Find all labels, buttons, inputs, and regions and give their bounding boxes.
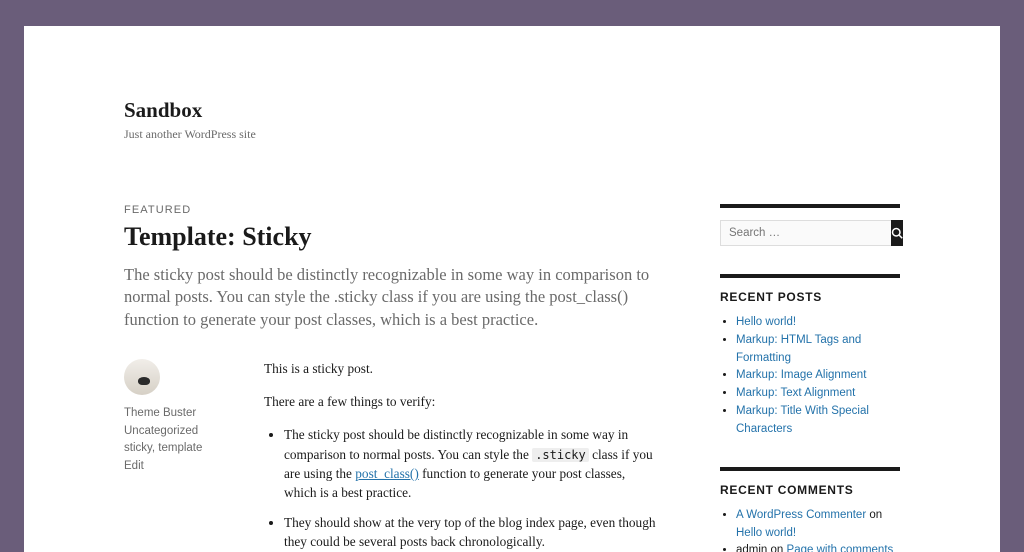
post-excerpt: The sticky post should be distinctly rec… xyxy=(124,264,660,331)
post-body: Theme Buster Uncategorized sticky, templ… xyxy=(124,359,660,552)
sidebar: RECENT POSTS Hello world! Markup: HTML T… xyxy=(720,204,900,552)
recent-post-link[interactable]: Markup: Text Alignment xyxy=(736,387,855,399)
post-class-link[interactable]: post_class() xyxy=(355,466,419,481)
site-title[interactable]: Sandbox xyxy=(124,98,900,123)
recent-post-link[interactable]: Markup: Title With Special Characters xyxy=(736,405,869,435)
widget-title: RECENT POSTS xyxy=(720,290,900,304)
recent-post-link[interactable]: Markup: HTML Tags and Formatting xyxy=(736,334,861,364)
post-list: The sticky post should be distinctly rec… xyxy=(264,425,660,551)
post-paragraph: This is a sticky post. xyxy=(264,359,660,378)
widget-divider xyxy=(720,274,900,278)
content-area: FEATURED Template: Sticky The sticky pos… xyxy=(124,204,900,552)
post-category[interactable]: Uncategorized xyxy=(124,423,224,441)
list-item: Markup: HTML Tags and Formatting xyxy=(736,332,900,368)
recent-comments-widget: RECENT COMMENTS A WordPress Commenter on… xyxy=(720,467,900,552)
recent-post-link[interactable]: Hello world! xyxy=(736,316,796,328)
featured-label: FEATURED xyxy=(124,204,660,216)
page-container: Sandbox Just another WordPress site FEAT… xyxy=(24,26,1000,552)
list-item: A WordPress Commenter on Hello world! xyxy=(736,507,900,543)
recent-comments-list: A WordPress Commenter on Hello world! ad… xyxy=(720,507,900,552)
on-text: on xyxy=(771,544,784,552)
search-input[interactable] xyxy=(720,220,891,246)
main-column: FEATURED Template: Sticky The sticky pos… xyxy=(124,204,660,552)
author-avatar[interactable] xyxy=(124,359,160,395)
list-item: Markup: Title With Special Characters xyxy=(736,403,900,439)
widget-divider xyxy=(720,204,900,208)
widget-divider xyxy=(720,467,900,471)
list-item: Markup: Image Alignment xyxy=(736,367,900,385)
post-content: This is a sticky post. There are a few t… xyxy=(264,359,660,552)
code-tag: .sticky xyxy=(532,448,589,462)
search-button[interactable] xyxy=(891,220,903,246)
search-icon xyxy=(891,227,903,239)
site-tagline: Just another WordPress site xyxy=(124,127,900,142)
post-meta: Theme Buster Uncategorized sticky, templ… xyxy=(124,359,224,552)
comment-post-link[interactable]: Page with comments xyxy=(787,544,894,552)
list-item: The sticky post should be distinctly rec… xyxy=(284,425,660,502)
list-item: They should show at the very top of the … xyxy=(284,513,660,552)
list-item: Markup: Text Alignment xyxy=(736,385,900,403)
recent-posts-list: Hello world! Markup: HTML Tags and Forma… xyxy=(720,314,900,439)
list-item: Hello world! xyxy=(736,314,900,332)
post-title[interactable]: Template: Sticky xyxy=(124,222,660,252)
recent-post-link[interactable]: Markup: Image Alignment xyxy=(736,369,866,381)
widget-title: RECENT COMMENTS xyxy=(720,483,900,497)
comment-post-link[interactable]: Hello world! xyxy=(736,527,796,539)
comment-author: admin xyxy=(736,544,767,552)
search-widget xyxy=(720,204,900,246)
post-tags[interactable]: sticky, template xyxy=(124,440,224,458)
post-edit-link[interactable]: Edit xyxy=(124,458,224,476)
post-paragraph: There are a few things to verify: xyxy=(264,392,660,411)
on-text: on xyxy=(869,509,882,521)
site-header: Sandbox Just another WordPress site xyxy=(124,98,900,142)
search-form xyxy=(720,220,900,246)
list-item: admin on Page with comments xyxy=(736,542,900,552)
comment-author-link[interactable]: A WordPress Commenter xyxy=(736,509,866,521)
post-author[interactable]: Theme Buster xyxy=(124,405,224,423)
recent-posts-widget: RECENT POSTS Hello world! Markup: HTML T… xyxy=(720,274,900,439)
